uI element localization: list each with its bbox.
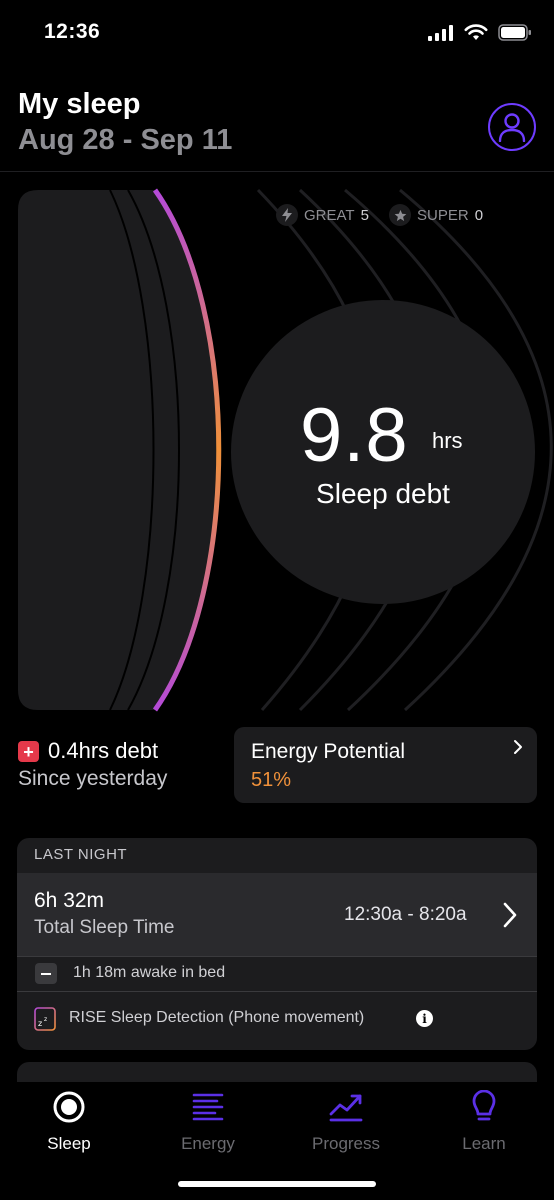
last-night-header: LAST NIGHT [34, 846, 128, 863]
energy-potential-value: 51% [251, 769, 292, 791]
sleep-icon [53, 1091, 85, 1123]
sleep-duration: 6h 32m [34, 889, 105, 912]
sleep-debt-unit: hrs [432, 428, 463, 453]
tab-sleep-label: Sleep [47, 1134, 91, 1153]
page-title: My sleep [18, 88, 141, 120]
date-range: Aug 28 - Sep 11 [18, 124, 233, 156]
sleep-detection-icon: z z [34, 1007, 56, 1031]
debt-wedge [18, 190, 219, 710]
chevron-right-icon[interactable] [503, 902, 517, 928]
tab-sleep[interactable]: Sleep [9, 1090, 129, 1154]
chevron-right-icon [514, 740, 522, 754]
info-icon[interactable]: i [416, 1010, 433, 1027]
sleep-time-range: 12:30a - 8:20a [344, 904, 467, 925]
debt-change-label: Since yesterday [18, 767, 168, 790]
tab-learn[interactable]: Learn [424, 1090, 544, 1154]
status-icons [428, 24, 532, 41]
last-night-card: LAST NIGHT 6h 32m Total Sleep Time 12:30… [17, 838, 537, 1050]
lightning-icon [276, 204, 298, 226]
tab-learn-label: Learn [462, 1134, 506, 1153]
svg-text:z: z [44, 1016, 47, 1023]
energy-icon [192, 1093, 224, 1121]
sleep-duration-label: Total Sleep Time [34, 917, 175, 938]
awake-in-bed-text: 1h 18m awake in bed [73, 964, 226, 981]
detection-row: z z RISE Sleep Detection (Phone movement… [17, 993, 537, 1050]
home-indicator [178, 1181, 376, 1187]
awake-row: 1h 18m awake in bed [17, 957, 537, 991]
energy-potential-card[interactable]: Energy Potential 51% [234, 727, 537, 803]
svg-text:z: z [38, 1019, 42, 1028]
profile-button[interactable] [488, 103, 536, 151]
super-badge: SUPER 0 [389, 204, 483, 226]
tab-progress[interactable]: Progress [286, 1090, 406, 1154]
sleep-debt-label: Sleep debt [316, 478, 450, 509]
super-count: 0 [474, 206, 484, 224]
user-icon [498, 113, 526, 142]
tab-progress-label: Progress [311, 1134, 381, 1153]
tab-energy[interactable]: Energy [148, 1090, 268, 1154]
lightbulb-icon [472, 1090, 496, 1121]
sleep-debt-value: 9.8 [300, 393, 409, 478]
plus-icon: + [18, 741, 39, 762]
wifi-icon [464, 24, 488, 40]
debt-change-value: 0.4hrs debt [48, 738, 159, 763]
great-badge: GREAT 5 [276, 204, 369, 226]
status-time: 12:36 [44, 20, 101, 43]
great-label: GREAT [304, 206, 355, 224]
energy-potential-title: Energy Potential [251, 740, 406, 763]
great-count: 5 [360, 206, 369, 224]
super-label: SUPER [417, 206, 469, 224]
divider [17, 991, 537, 992]
star-icon [389, 204, 411, 226]
tab-energy-label: Energy [181, 1134, 235, 1153]
progress-icon [329, 1094, 363, 1122]
sleep-debt-visual [18, 188, 553, 712]
sleep-detection-text: RISE Sleep Detection (Phone movement) [69, 1009, 365, 1026]
battery-icon [498, 24, 531, 41]
minus-icon [35, 963, 57, 984]
cellular-signal-icon [428, 24, 453, 41]
header-divider [0, 171, 554, 172]
